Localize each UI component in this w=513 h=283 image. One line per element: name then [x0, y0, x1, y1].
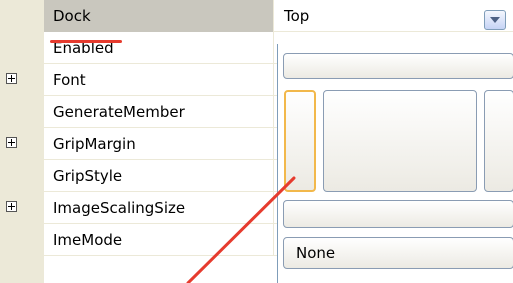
- annotation-arrow: [186, 176, 296, 283]
